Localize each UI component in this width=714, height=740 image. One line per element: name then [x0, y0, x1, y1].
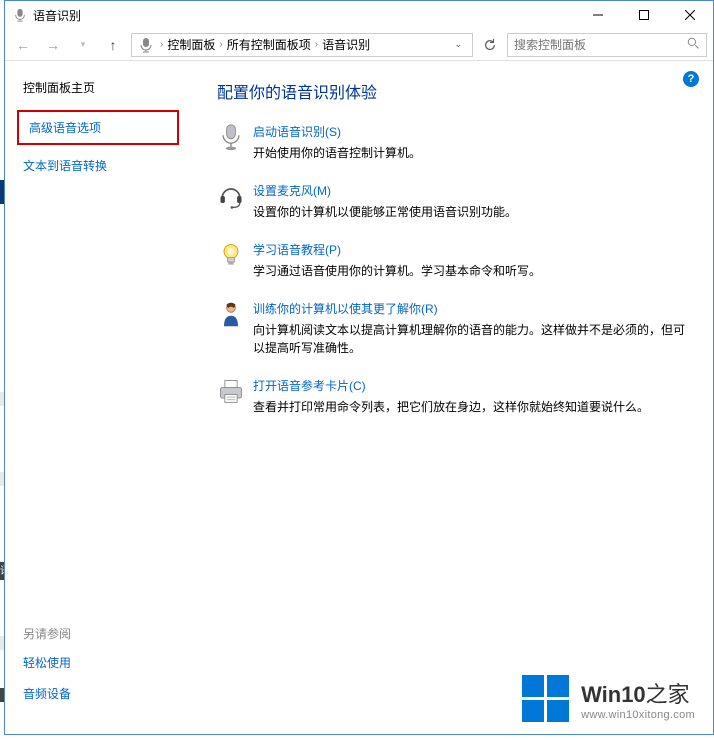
- chevron-right-icon: ›: [315, 39, 318, 50]
- breadcrumb-item[interactable]: 控制面板: [167, 36, 215, 53]
- watermark-url: www.win10xitong.com: [581, 709, 695, 721]
- ease-of-access-link[interactable]: 轻松使用: [23, 654, 71, 671]
- reference-card-link[interactable]: 打开语音参考卡片(C): [253, 377, 366, 394]
- option-item: 训练你的计算机以使其更了解你(R) 向计算机阅读文本以提高计算机理解你的语音的能…: [217, 300, 691, 357]
- sidebar-bottom: 另请参阅 轻松使用 音频设备: [23, 625, 71, 716]
- back-button[interactable]: ←: [11, 33, 35, 57]
- chevron-right-icon: ›: [160, 39, 163, 50]
- item-description: 向计算机阅读文本以提高计算机理解你的语音的能力。这样做并不是必须的，但可以提高听…: [253, 321, 691, 357]
- up-button[interactable]: ↑: [101, 33, 125, 57]
- chevron-right-icon: ›: [219, 39, 222, 50]
- item-description: 查看并打印常用命令列表，把它们放在身边，这样你就始终知道要说什么。: [253, 398, 691, 416]
- address-dropdown[interactable]: ⌄: [448, 39, 468, 50]
- breadcrumb-item[interactable]: 语音识别: [322, 36, 370, 53]
- lightbulb-icon: [217, 241, 253, 280]
- audio-devices-link[interactable]: 音频设备: [23, 685, 71, 702]
- titlebar: 语音识别: [5, 1, 713, 29]
- main-content: 配置你的语音识别体验 启动语音识别(S) 开始使用你的语音控制计算机。 设置麦克…: [195, 61, 713, 734]
- windows-logo-icon: [522, 675, 569, 722]
- search-input[interactable]: [514, 38, 687, 52]
- watermark-brand: Win10: [581, 682, 646, 707]
- item-description: 开始使用你的语音控制计算机。: [253, 144, 691, 162]
- mic-icon: [138, 37, 154, 53]
- window: 语音识别 ← → ▾ ↑ › 控制面板 › 所有控制面板项 › 语音识别 ⌄: [4, 0, 714, 735]
- address-bar[interactable]: › 控制面板 › 所有控制面板项 › 语音识别 ⌄: [131, 33, 473, 57]
- see-also-heading: 另请参阅: [23, 625, 71, 642]
- person-icon: [217, 300, 253, 357]
- navbar: ← → ▾ ↑ › 控制面板 › 所有控制面板项 › 语音识别 ⌄: [5, 29, 713, 61]
- close-button[interactable]: [667, 1, 713, 29]
- option-item: 学习语音教程(P) 学习通过语音使用你的计算机。学习基本命令和听写。: [217, 241, 691, 280]
- option-item: 打开语音参考卡片(C) 查看并打印常用命令列表，把它们放在身边，这样你就始终知道…: [217, 377, 691, 416]
- option-item: 设置麦克风(M) 设置你的计算机以便能够正常使用语音识别功能。: [217, 182, 691, 221]
- option-item: 启动语音识别(S) 开始使用你的语音控制计算机。: [217, 123, 691, 162]
- maximize-button[interactable]: [621, 1, 667, 29]
- sidebar: 控制面板主页 高级语音选项 文本到语音转换 另请参阅 轻松使用 音频设备: [5, 61, 195, 734]
- minimize-button[interactable]: [575, 1, 621, 29]
- speech-tutorial-link[interactable]: 学习语音教程(P): [253, 241, 341, 258]
- forward-button[interactable]: →: [41, 33, 65, 57]
- headset-icon: [217, 182, 253, 221]
- refresh-button[interactable]: [479, 34, 501, 56]
- search-icon[interactable]: [687, 37, 700, 53]
- watermark-text: Win10之家 www.win10xitong.com: [581, 677, 695, 721]
- advanced-speech-options-link[interactable]: 高级语音选项: [29, 119, 167, 136]
- window-controls: [575, 1, 713, 29]
- setup-microphone-link[interactable]: 设置麦克风(M): [253, 182, 331, 199]
- start-speech-recognition-link[interactable]: 启动语音识别(S): [253, 123, 341, 140]
- control-panel-home-link[interactable]: 控制面板主页: [23, 79, 195, 96]
- item-description: 学习通过语音使用你的计算机。学习基本命令和听写。: [253, 262, 691, 280]
- microphone-icon: [217, 123, 253, 162]
- body: ? 控制面板主页 高级语音选项 文本到语音转换 另请参阅 轻松使用 音频设备 配…: [5, 61, 713, 734]
- item-description: 设置你的计算机以便能够正常使用语音识别功能。: [253, 203, 691, 221]
- printer-icon: [217, 377, 253, 416]
- train-computer-link[interactable]: 训练你的计算机以使其更了解你(R): [253, 300, 438, 317]
- mic-icon: [13, 8, 27, 22]
- watermark-brand-suffix: 之家: [646, 682, 690, 707]
- recent-dropdown[interactable]: ▾: [71, 33, 95, 57]
- window-title: 语音识别: [33, 7, 575, 24]
- page-heading: 配置你的语音识别体验: [217, 79, 691, 103]
- text-to-speech-link[interactable]: 文本到语音转换: [23, 157, 195, 174]
- watermark: Win10之家 www.win10xitong.com: [522, 675, 695, 722]
- highlighted-box: 高级语音选项: [17, 110, 179, 145]
- breadcrumb-item[interactable]: 所有控制面板项: [227, 36, 311, 53]
- search-box[interactable]: [507, 33, 707, 57]
